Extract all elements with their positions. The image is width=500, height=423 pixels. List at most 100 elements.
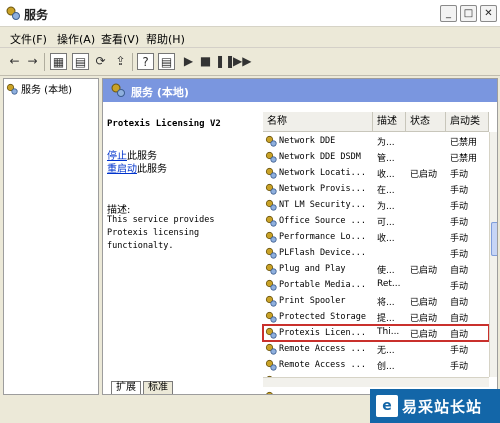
service-name-text: Network DDE DSDM [279, 152, 361, 162]
restart-service-row: 重启动此服务 [107, 160, 167, 175]
service-row[interactable]: Protected Storage 提... 已启动 自动 [263, 309, 489, 325]
service-row[interactable]: Network Provis... 在... 手动 [263, 181, 489, 197]
service-name-text: Network Locati... [279, 168, 366, 178]
stop-service-icon[interactable]: ■ [197, 53, 214, 70]
service-name: Plug and Play [265, 263, 373, 275]
service-name: Protexis Licen... [265, 327, 373, 339]
service-name: Network DDE DSDM [265, 151, 373, 163]
service-status: 已启动 [410, 298, 438, 308]
service-desc: 可... [377, 218, 395, 228]
service-row[interactable]: Network DDE DSDM 管... 已禁用 [263, 149, 489, 165]
menu-help[interactable]: 帮助(H) [146, 31, 185, 47]
show-hide-tree-icon[interactable]: ▦ [50, 53, 67, 70]
service-row[interactable]: Network Locati... 收... 已启动 手动 [263, 165, 489, 181]
service-desc: 创... [377, 362, 395, 372]
service-name: Remote Access ... [265, 343, 373, 355]
column-header-description[interactable]: 描述 [373, 112, 406, 132]
properties-icon[interactable]: ▤ [72, 53, 89, 70]
window-title: 服务 [24, 8, 49, 22]
description-text: This service provides Protexis licensing… [107, 215, 215, 251]
service-name: PLFlash Device... [265, 247, 373, 259]
service-row[interactable]: Protexis Licen... Thi... 已启动 自动 [262, 324, 490, 342]
toolbar: ← → ▦ ▤ ⟳ ⇪ ? ▤ ▶ ■ ❚❚ ▶▶ [0, 48, 500, 76]
service-name: Network DDE [265, 135, 373, 147]
service-description-panel: Protexis Licensing V2 停止此服务 重启动此服务 描述: T… [107, 119, 257, 349]
service-row[interactable]: Remote Access ... 创... 手动 [263, 357, 489, 373]
service-row[interactable]: Remote Access ... 无... 手动 [263, 341, 489, 357]
service-row[interactable]: Performance Lo... 收... 手动 [263, 229, 489, 245]
service-row[interactable]: Plug and Play 使... 已启动 自动 [263, 261, 489, 277]
service-name-text: Network Provis... [279, 184, 366, 194]
service-startup-type: 手动 [450, 250, 469, 260]
service-gear-icon [265, 311, 277, 323]
service-desc: Ret... [377, 279, 401, 289]
maximize-button[interactable]: □ [460, 5, 477, 22]
service-row[interactable]: Portable Media... Ret... 手动 [263, 277, 489, 293]
service-row[interactable]: Print Spooler 将... 已启动 自动 [263, 293, 489, 309]
restart-service-icon[interactable]: ▶▶ [233, 53, 251, 70]
column-header-startup[interactable]: 启动类 [446, 112, 489, 132]
service-gear-icon [265, 199, 277, 211]
export-list-icon[interactable]: ⇪ [112, 53, 129, 70]
service-startup-type: 手动 [450, 186, 469, 196]
menu-view[interactable]: 查看(V) [101, 31, 139, 47]
service-name-text: Portable Media... [279, 280, 366, 290]
service-name-text: Network DDE [279, 136, 336, 146]
vertical-scrollbar[interactable] [489, 132, 497, 377]
toolbar-separator [132, 53, 133, 71]
service-desc: 管... [377, 154, 395, 164]
service-name-text: Remote Access ... [279, 344, 366, 354]
service-startup-type: 已禁用 [450, 138, 478, 148]
service-status: 已启动 [410, 330, 438, 340]
tree-pane: 服务 (本地) [3, 78, 99, 395]
selected-service-name: Protexis Licensing V2 [107, 119, 221, 129]
service-startup-type: 已禁用 [450, 154, 478, 164]
service-row[interactable]: PLFlash Device... 手动 [263, 245, 489, 261]
scrollbar-thumb[interactable] [491, 222, 497, 256]
back-icon[interactable]: ← [6, 53, 23, 70]
watermark-logo-icon: e [376, 395, 398, 417]
service-startup-type: 手动 [450, 170, 469, 180]
menu-file[interactable]: 文件(F) [10, 31, 47, 47]
view-tabs: 扩展 标准 [111, 381, 173, 394]
refresh-icon[interactable]: ⟳ [92, 53, 109, 70]
minimize-button[interactable]: _ [440, 5, 457, 22]
service-gear-icon [265, 279, 277, 291]
services-gear-icon [6, 6, 20, 20]
service-row[interactable]: Network DDE 为... 已禁用 [263, 133, 489, 149]
service-status: 已启动 [410, 170, 438, 180]
service-name: NT LM Security... [265, 199, 373, 211]
site-watermark: e 易采站长站 [370, 389, 500, 423]
service-gear-icon [265, 343, 277, 355]
start-service-icon[interactable]: ▶ [180, 53, 197, 70]
services-list: 名称 描述 状态 启动类 Network DDE 为... 已禁用 Network D… [262, 112, 497, 394]
service-startup-type: 手动 [450, 218, 469, 228]
tab-extended[interactable]: 扩展 [111, 381, 141, 394]
help-icon[interactable]: ? [137, 53, 154, 70]
pane-title: 服务 (本地) [131, 86, 189, 99]
service-name-text: Print Spooler [279, 296, 346, 306]
service-startup-type: 手动 [450, 346, 469, 356]
service-gear-icon [265, 295, 277, 307]
tab-standard[interactable]: 标准 [143, 381, 173, 394]
menu-action[interactable]: 操作(A) [57, 31, 95, 47]
service-row[interactable]: Office Source ... 可... 手动 [263, 213, 489, 229]
restart-service-link[interactable]: 重启动 [107, 164, 137, 175]
service-status: 已启动 [410, 314, 438, 324]
column-header-status[interactable]: 状态 [406, 112, 446, 132]
service-gear-icon [265, 135, 277, 147]
service-row[interactable]: NT LM Security... 为... 手动 [263, 197, 489, 213]
forward-icon[interactable]: → [24, 53, 41, 70]
pause-service-icon[interactable]: ❚❚ [215, 53, 235, 70]
column-header-name[interactable]: 名称 [263, 112, 373, 132]
service-desc: Thi... [377, 327, 400, 337]
service-name: Print Spooler [265, 295, 373, 307]
tree-item-services-local[interactable]: 服务 (本地) [6, 81, 72, 96]
details-pane: 服务 (本地) Protexis Licensing V2 停止此服务 重启动此… [102, 78, 498, 395]
horizontal-scrollbar[interactable] [263, 377, 489, 387]
close-button[interactable]: ✕ [480, 5, 497, 22]
service-name-text: Protected Storage [279, 312, 366, 322]
view-icon[interactable]: ▤ [158, 53, 175, 70]
service-name: ...cen... [265, 391, 373, 394]
service-startup-type: 手动 [450, 362, 469, 372]
